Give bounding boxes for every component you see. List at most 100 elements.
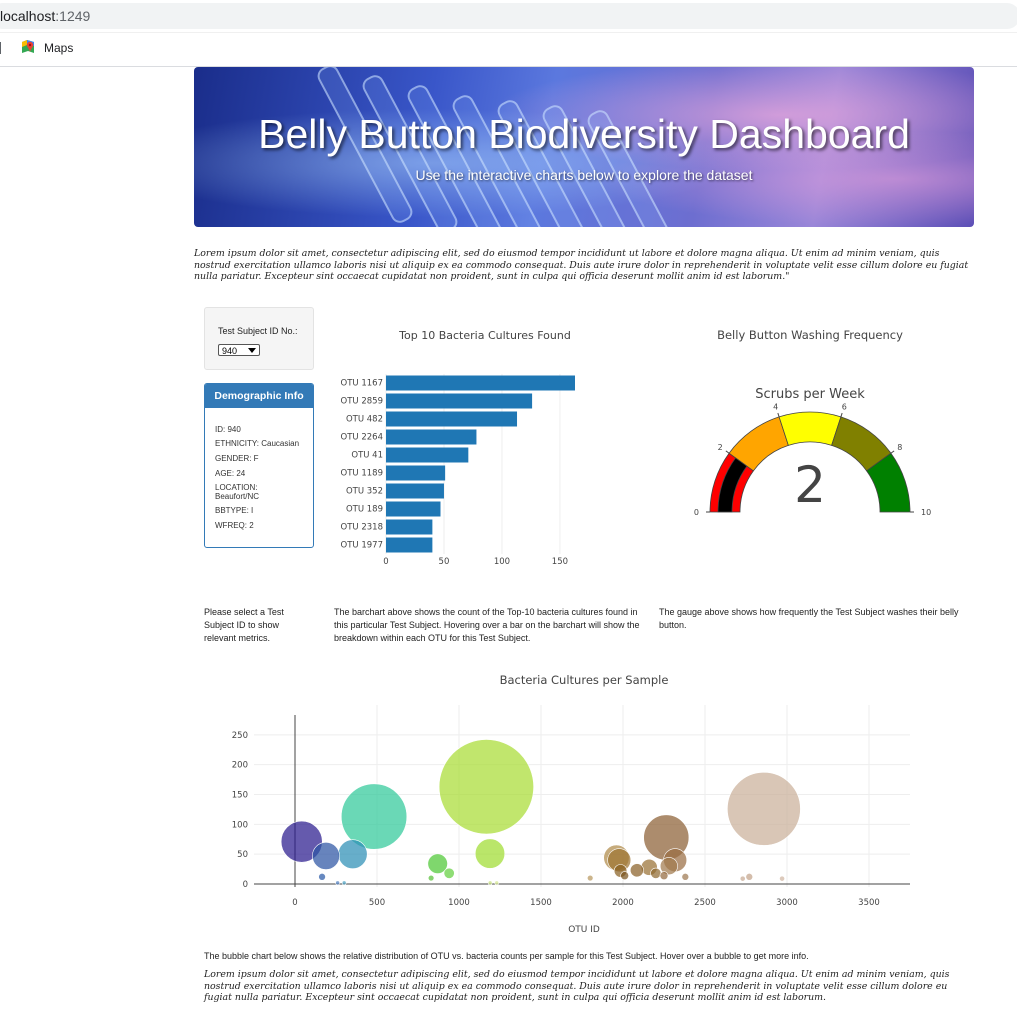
- washing-frequency-gauge[interactable]: Belly Button Washing Frequency Scrubs pe…: [660, 320, 960, 560]
- bar[interactable]: [386, 465, 446, 481]
- bar-category-label: OTU 1167: [341, 379, 383, 389]
- bubble-point[interactable]: [779, 875, 785, 882]
- demo-wfreq: WFREQ: 2: [215, 521, 254, 530]
- bar-category-label: OTU 482: [346, 415, 383, 425]
- bubble-y-tick-label: 150: [232, 791, 248, 801]
- bar-category-label: OTU 1977: [341, 541, 383, 551]
- bubble-x-tick-label: 1000: [448, 898, 470, 908]
- top10-bar-chart[interactable]: Top 10 Bacteria Cultures Found OTU 1167 O…: [330, 320, 590, 570]
- bar-category-label: OTU 2264: [341, 433, 383, 443]
- gauge-tick: [890, 450, 895, 454]
- demo-bbtype: BBTYPE: I: [215, 506, 254, 515]
- bubble-point[interactable]: [587, 874, 594, 882]
- gauge-tick-label: 4: [773, 402, 778, 411]
- select-caption: Please select a Test Subject ID to show …: [204, 607, 284, 643]
- bar[interactable]: [386, 447, 469, 463]
- gauge-tick: [840, 412, 843, 418]
- gauge-tick-label: 0: [694, 508, 699, 517]
- page-subtitle: Use the interactive charts below to expl…: [415, 167, 753, 183]
- subject-selector-panel: Test Subject ID No.: 940: [204, 307, 314, 370]
- demographic-panel-header: Demographic Info: [205, 384, 313, 408]
- bubble-point[interactable]: [659, 871, 669, 881]
- bubble-y-tick-label: 250: [232, 731, 248, 741]
- demo-gender: GENDER: F: [215, 454, 259, 463]
- bubble-x-axis-label: OTU ID: [568, 925, 600, 935]
- bubble-point[interactable]: [681, 873, 690, 881]
- bubble-point[interactable]: [312, 842, 340, 870]
- bubble-point[interactable]: [335, 880, 340, 886]
- bar-chart-title: Top 10 Bacteria Cultures Found: [398, 329, 571, 342]
- bubble-y-tick-label: 50: [237, 850, 248, 860]
- gauge-title: Scrubs per Week: [755, 387, 865, 402]
- bubble-point[interactable]: [341, 880, 347, 886]
- url-field[interactable]: [0, 3, 1017, 29]
- bubble-point[interactable]: [443, 867, 455, 879]
- bubble-point[interactable]: [474, 838, 506, 869]
- bar[interactable]: [386, 519, 433, 535]
- bar-x-tick-label: 50: [439, 557, 450, 567]
- bubble-point[interactable]: [739, 875, 746, 882]
- subject-id-dropdown[interactable]: 940: [218, 344, 260, 356]
- gauge-step: [778, 411, 842, 446]
- demographic-panel: Demographic Info ID: 940 ETHNICITY: Cauc…: [204, 383, 314, 548]
- page-title: Belly Button Biodiversity Dashboard: [258, 111, 910, 157]
- demo-ethnicity: ETHNICITY: Caucasian: [215, 439, 300, 448]
- bar[interactable]: [386, 501, 441, 517]
- subject-selector-label: Test Subject ID No.:: [218, 326, 298, 336]
- bar-category-label: OTU 41: [351, 451, 383, 461]
- bacteria-bubble-chart[interactable]: Bacteria Cultures per Sample 0 50 100 150 20…: [194, 665, 974, 945]
- demo-id: ID: 940: [215, 425, 241, 434]
- bookmark-separator: [0, 42, 1, 54]
- bar[interactable]: [386, 429, 477, 445]
- gauge-tick-label: 6: [842, 402, 847, 411]
- bar[interactable]: [386, 483, 444, 499]
- bubble-point[interactable]: [650, 867, 662, 879]
- bar-category-label: OTU 352: [346, 487, 383, 497]
- bar-category-label: OTU 2318: [341, 523, 383, 533]
- gauge-chart-title: Belly Button Washing Frequency: [717, 328, 903, 342]
- gauge-tick-label: 8: [897, 443, 902, 452]
- bubble-point[interactable]: [487, 880, 493, 886]
- bubble-point[interactable]: [494, 880, 500, 886]
- bar[interactable]: [386, 375, 575, 391]
- bubble-x-tick-label: 1500: [530, 898, 552, 908]
- gauge-tick-label: 2: [718, 443, 723, 452]
- bubble-x-tick-label: 3000: [776, 898, 798, 908]
- gauge-tick: [777, 412, 780, 418]
- google-maps-pin-icon[interactable]: [20, 39, 36, 55]
- demo-location: LOCATION: Beaufort/NC: [215, 483, 260, 501]
- bar-x-tick-label: 150: [552, 557, 568, 567]
- bar-caption: The barchart above shows the count of th…: [334, 607, 640, 643]
- bubble-x-tick-label: 500: [369, 898, 385, 908]
- bubble-point[interactable]: [620, 871, 630, 881]
- bubble-point[interactable]: [337, 839, 368, 869]
- bubble-y-tick-label: 0: [243, 880, 248, 890]
- bubble-point[interactable]: [629, 863, 644, 878]
- bubble-point[interactable]: [318, 873, 326, 881]
- bookmark-maps[interactable]: Maps: [44, 41, 73, 55]
- gauge-caption: The gauge above shows how frequently the…: [659, 607, 959, 630]
- bubble-caption: The bubble chart below shows the relativ…: [204, 951, 809, 961]
- chevron-down-icon: [248, 348, 256, 353]
- bubble-x-tick-label: 2500: [694, 898, 716, 908]
- gauge-tick-label: 10: [921, 508, 931, 517]
- url-text[interactable]: localhost:1249: [0, 8, 90, 24]
- bar[interactable]: [386, 393, 533, 409]
- demo-age: AGE: 24: [215, 469, 246, 478]
- bar[interactable]: [386, 537, 433, 553]
- gauge-value: 2: [794, 456, 826, 514]
- intro-paragraph: Lorem ipsum dolor sit amet, consectetur …: [194, 248, 969, 282]
- bar[interactable]: [386, 411, 518, 427]
- bar-category-label: OTU 189: [346, 505, 383, 515]
- bubble-point[interactable]: [427, 874, 435, 882]
- bubble-y-tick-label: 100: [232, 820, 248, 830]
- bubble-x-tick-label: 2000: [612, 898, 634, 908]
- bookmarks-bar: [0, 33, 1017, 67]
- bubble-point[interactable]: [438, 739, 534, 835]
- bubble-x-tick-label: 0: [292, 898, 297, 908]
- bubble-point[interactable]: [745, 873, 754, 881]
- bubble-y-tick-label: 200: [232, 761, 248, 771]
- bar-category-label: OTU 2859: [341, 397, 383, 407]
- gauge-tick: [725, 450, 730, 454]
- bubble-point[interactable]: [727, 771, 801, 846]
